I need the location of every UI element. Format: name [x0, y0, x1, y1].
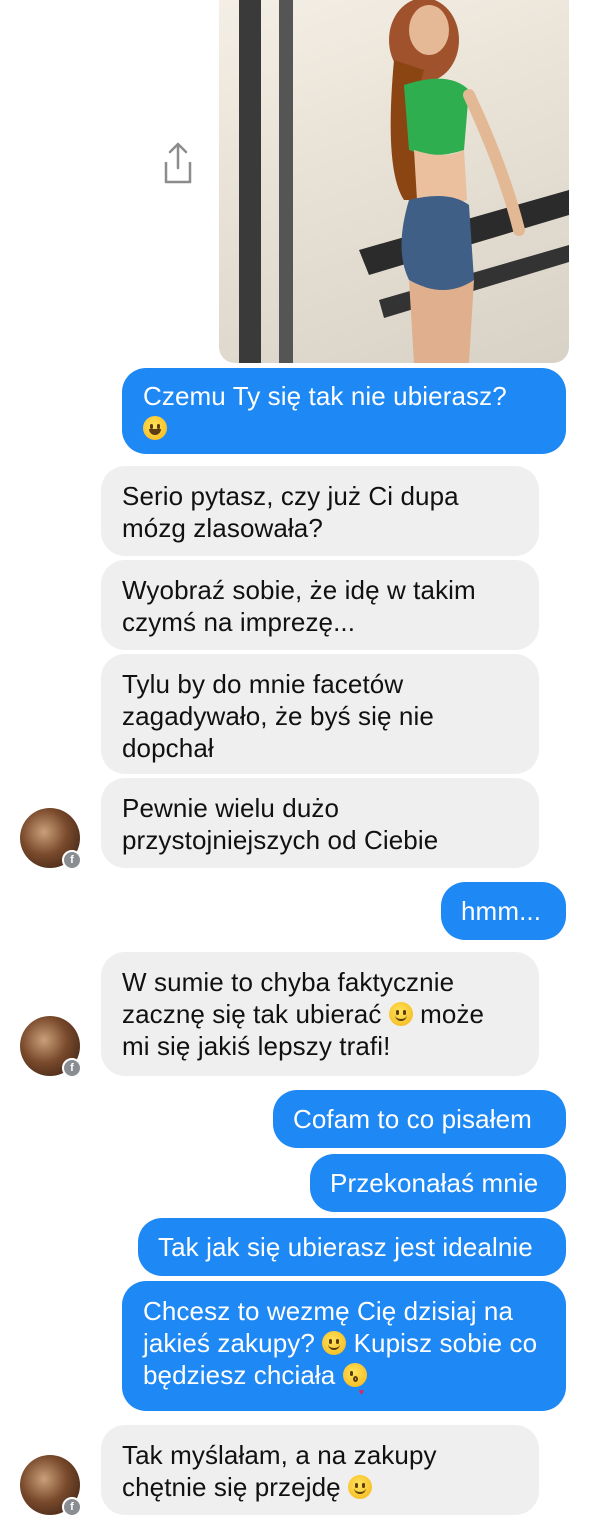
kissing-emoji-icon — [342, 1363, 367, 1408]
message-text: Pewnie wielu dużo przystojniejszych od C… — [122, 793, 439, 855]
message-bubble-incoming[interactable]: Wyobraź sobie, że idę w takim czymś na i… — [101, 560, 539, 650]
contact-avatar[interactable]: f — [20, 808, 82, 870]
message-bubble-outgoing[interactable]: Cofam to co pisałem — [273, 1090, 566, 1148]
contact-avatar[interactable]: f — [20, 1455, 82, 1517]
message-text: Tylu by do mnie facetów zagadywało, że b… — [122, 669, 434, 763]
message-bubble-outgoing[interactable]: Czemu Ty się tak nie ubierasz? — [122, 368, 566, 454]
message-bubble-outgoing[interactable]: hmm... — [441, 882, 566, 940]
message-bubble-outgoing[interactable]: Przekonałaś mnie — [310, 1154, 566, 1212]
message-bubble-outgoing[interactable]: Tak jak się ubierasz jest idealnie — [138, 1218, 566, 1276]
facebook-badge-icon: f — [62, 1058, 82, 1078]
message-text: Tak myślałam, a na zakupy chętnie się pr… — [122, 1440, 437, 1502]
message-text: Wyobraź sobie, że idę w takim czymś na i… — [122, 575, 476, 637]
message-text: Przekonałaś mnie — [330, 1168, 539, 1198]
shared-photo[interactable] — [219, 0, 569, 363]
message-bubble-incoming[interactable]: Tylu by do mnie facetów zagadywało, że b… — [101, 654, 539, 774]
message-bubble-incoming[interactable]: Tak myślałam, a na zakupy chętnie się pr… — [101, 1425, 539, 1515]
message-bubble-incoming[interactable]: Serio pytasz, czy już Ci dupa mózg zlaso… — [101, 466, 539, 556]
facebook-badge-icon: f — [62, 1497, 82, 1517]
photo-image — [239, 0, 569, 363]
share-icon[interactable] — [160, 140, 196, 186]
contact-avatar[interactable]: f — [20, 1016, 82, 1078]
message-bubble-outgoing[interactable]: Chcesz to wezmę Cię dzisiaj na jakieś za… — [122, 1281, 566, 1411]
slightly-smiling-emoji-icon — [348, 1475, 373, 1499]
message-text: hmm... — [461, 896, 542, 926]
message-text: Cofam to co pisałem — [293, 1104, 532, 1134]
message-bubble-incoming[interactable]: Pewnie wielu dużo przystojniejszych od C… — [101, 778, 539, 868]
message-text: Czemu Ty się tak nie ubierasz? — [143, 381, 507, 411]
message-text: Tak jak się ubierasz jest idealnie — [158, 1232, 533, 1262]
grinning-emoji-icon — [143, 416, 167, 440]
slightly-smiling-emoji-icon — [322, 1331, 347, 1355]
message-text: Serio pytasz, czy już Ci dupa mózg zlaso… — [122, 481, 459, 543]
facebook-badge-icon: f — [62, 850, 82, 870]
message-bubble-incoming[interactable]: W sumie to chyba faktycznie zacznę się t… — [101, 952, 539, 1076]
slightly-smiling-emoji-icon — [388, 1002, 413, 1026]
